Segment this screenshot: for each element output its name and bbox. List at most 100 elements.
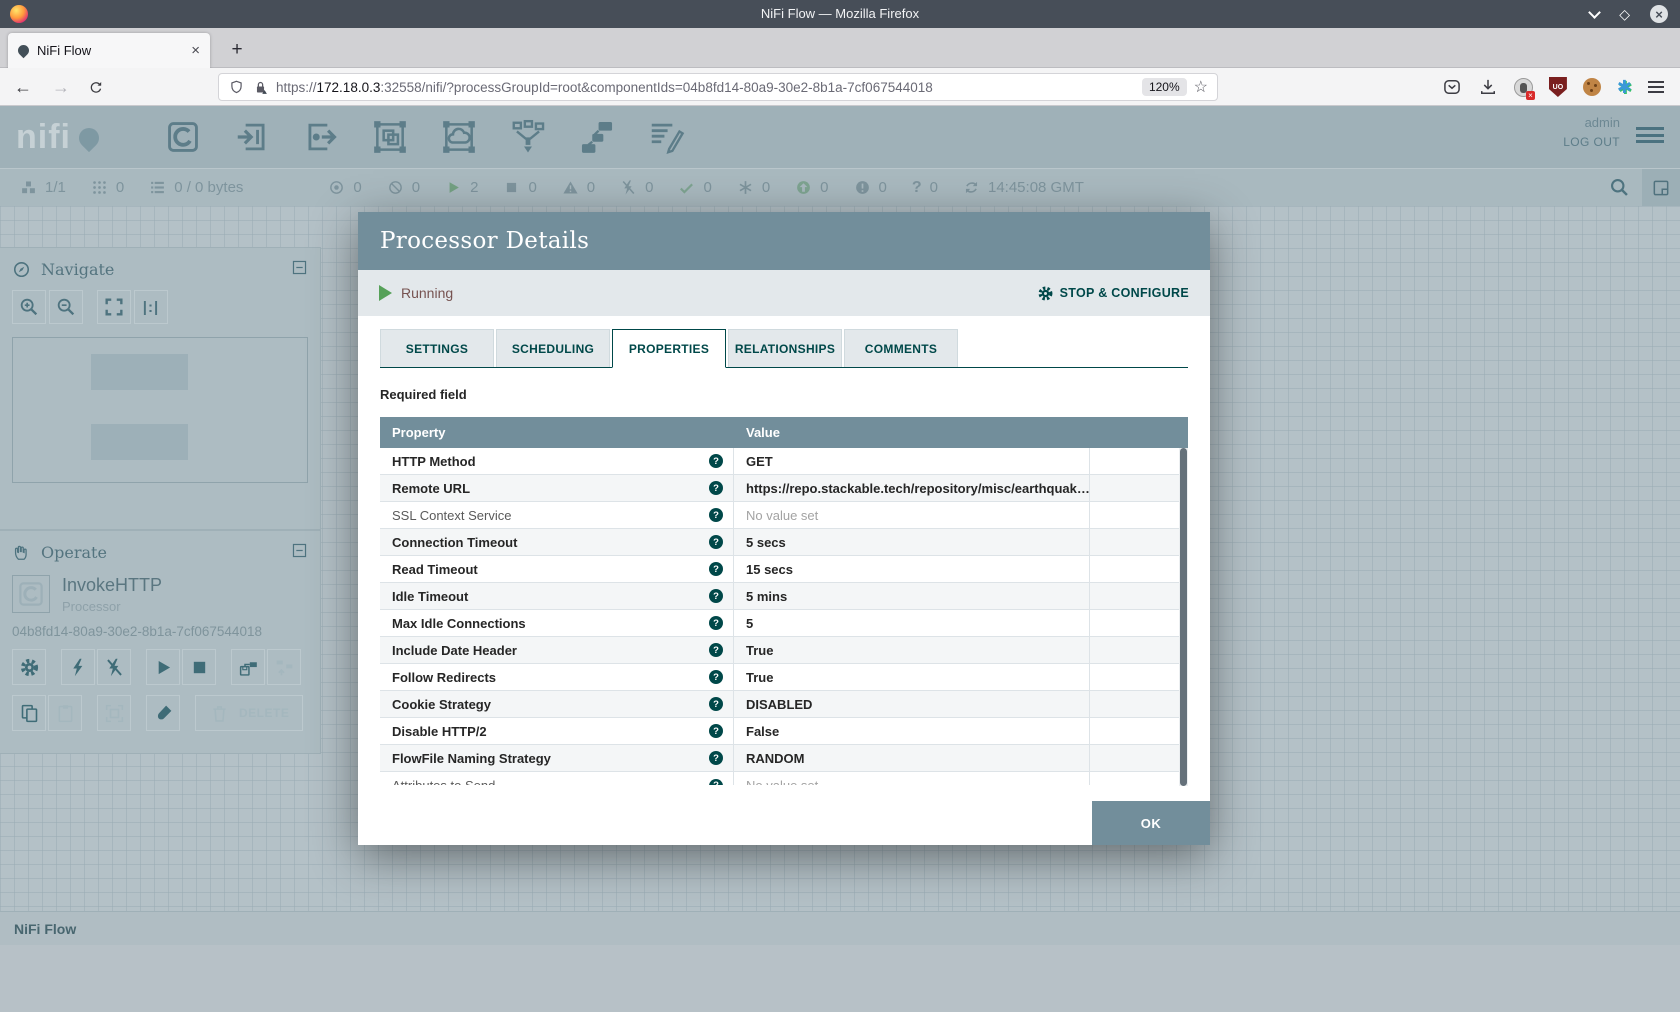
logout-link[interactable]: LOG OUT — [1563, 135, 1620, 149]
help-icon[interactable]: ? — [709, 562, 723, 576]
value-column-header: Value — [734, 425, 1090, 440]
help-icon[interactable]: ? — [709, 481, 723, 495]
status-sync-failure: ?0 — [912, 179, 938, 197]
selected-component-name: InvokeHTTP — [62, 575, 162, 596]
global-menu-icon[interactable] — [1636, 127, 1664, 143]
processor-drag-icon[interactable] — [160, 115, 206, 159]
window-close-icon[interactable]: × — [1650, 5, 1668, 23]
url-bar[interactable]: https://172.18.0.3:32558/nifi/?processGr… — [218, 73, 1218, 101]
create-template-button[interactable] — [231, 649, 265, 685]
help-icon[interactable]: ? — [709, 724, 723, 738]
disable-button[interactable] — [97, 649, 131, 685]
property-name: FlowFile Naming Strategy — [392, 751, 551, 766]
tab-scheduling[interactable]: SCHEDULING — [496, 329, 610, 367]
group-button[interactable] — [97, 695, 131, 731]
forward-button[interactable]: → — [52, 74, 70, 100]
help-icon[interactable]: ? — [709, 454, 723, 468]
table-scrollbar[interactable] — [1179, 448, 1188, 786]
copy-button[interactable] — [12, 695, 46, 731]
status-stopped: 0 — [503, 179, 536, 196]
tab-comments[interactable]: COMMENTS — [844, 329, 958, 367]
tab-relationships[interactable]: RELATIONSHIPS — [728, 329, 842, 367]
property-row: Connection Timeout?5 secs — [380, 529, 1188, 556]
window-minimize-icon[interactable] — [1588, 6, 1601, 19]
tab-settings[interactable]: SETTINGS — [380, 329, 494, 367]
row-filler — [1090, 502, 1188, 528]
window-maximize-icon[interactable]: ◇ — [1619, 7, 1630, 21]
help-icon[interactable]: ? — [709, 670, 723, 684]
input-port-drag-icon[interactable] — [229, 115, 275, 159]
breadcrumb-root-link[interactable]: NiFi Flow — [14, 921, 76, 937]
status-locally-modified: 0 — [737, 179, 770, 196]
pocket-icon[interactable] — [1442, 77, 1462, 97]
privacy-extension-icon[interactable] — [1514, 78, 1533, 97]
property-name-cell: Idle Timeout? — [380, 583, 734, 609]
flow-settings-button[interactable] — [1642, 169, 1680, 206]
start-button[interactable] — [146, 649, 180, 685]
birdseye-map[interactable] — [12, 337, 308, 483]
status-locally-modified-stale: 0 — [854, 179, 887, 196]
tab-close-icon[interactable]: × — [191, 42, 200, 59]
row-filler — [1090, 745, 1188, 771]
ok-button[interactable]: OK — [1092, 801, 1210, 845]
browser-tab[interactable]: NiFi Flow × — [8, 33, 210, 68]
stop-and-configure-button[interactable]: STOP & CONFIGURE — [1037, 285, 1189, 302]
ublock-icon[interactable]: UO — [1549, 77, 1567, 97]
change-color-button[interactable] — [146, 695, 180, 731]
tab-properties[interactable]: PROPERTIES — [612, 329, 726, 368]
zoom-in-button[interactable] — [12, 290, 46, 324]
status-queued: 0 / 0 bytes — [149, 179, 243, 196]
search-button[interactable] — [1596, 169, 1642, 206]
help-icon[interactable]: ? — [709, 751, 723, 765]
delete-button[interactable]: DELETE — [195, 695, 303, 731]
refresh-icon[interactable] — [963, 179, 980, 196]
nifi-logo-text: nifi — [16, 120, 71, 154]
zoom-out-button[interactable] — [49, 290, 83, 324]
help-icon[interactable]: ? — [709, 643, 723, 657]
property-name: Follow Redirects — [392, 670, 496, 685]
property-value: RANDOM — [734, 745, 1090, 771]
page-zoom-badge[interactable]: 120% — [1142, 78, 1187, 96]
lock-icon[interactable] — [252, 79, 269, 96]
collapse-operate-icon[interactable] — [291, 542, 308, 563]
remote-process-group-drag-icon[interactable] — [436, 115, 482, 159]
label-drag-icon[interactable] — [643, 115, 689, 159]
property-row: Follow Redirects?True — [380, 664, 1188, 691]
selected-component-type: Processor — [62, 599, 162, 614]
funnel-drag-icon[interactable] — [505, 115, 551, 159]
help-icon[interactable]: ? — [709, 779, 723, 786]
configure-gear-icon — [1037, 285, 1054, 302]
help-icon[interactable]: ? — [709, 535, 723, 549]
enable-button[interactable] — [61, 649, 95, 685]
help-icon[interactable]: ? — [709, 697, 723, 711]
extension-asterisk-icon[interactable]: ✱ — [1617, 78, 1632, 96]
property-value: True — [734, 637, 1090, 663]
help-icon[interactable]: ? — [709, 589, 723, 603]
property-name: Cookie Strategy — [392, 697, 491, 712]
output-port-drag-icon[interactable] — [298, 115, 344, 159]
scrollbar-thumb[interactable] — [1180, 448, 1187, 786]
zoom-actual-size-button[interactable]: |:| — [134, 290, 168, 324]
process-group-drag-icon[interactable] — [367, 115, 413, 159]
paste-button[interactable] — [48, 695, 82, 731]
property-value: 5 mins — [734, 583, 1090, 609]
back-button[interactable]: ← — [14, 74, 32, 100]
locally-modified-stale-icon — [854, 179, 871, 196]
help-icon[interactable]: ? — [709, 616, 723, 630]
collapse-navigate-icon[interactable] — [291, 259, 308, 280]
browser-menu-icon[interactable] — [1648, 81, 1664, 93]
download-icon[interactable] — [1478, 77, 1498, 97]
bookmark-star-icon[interactable]: ☆ — [1194, 77, 1208, 97]
property-value: No value set — [734, 772, 1090, 785]
zoom-fit-button[interactable] — [97, 290, 131, 324]
new-tab-button[interactable]: + — [224, 37, 250, 63]
stop-button[interactable] — [182, 649, 216, 685]
tracking-shield-icon[interactable] — [228, 79, 245, 96]
cookie-extension-icon[interactable] — [1583, 78, 1601, 96]
property-row: Attributes to Send?No value set — [380, 772, 1188, 785]
template-drag-icon[interactable] — [574, 115, 620, 159]
reload-button[interactable] — [88, 79, 104, 95]
upload-template-button[interactable] — [267, 649, 301, 685]
configure-button[interactable] — [12, 649, 46, 685]
help-icon[interactable]: ? — [709, 508, 723, 522]
